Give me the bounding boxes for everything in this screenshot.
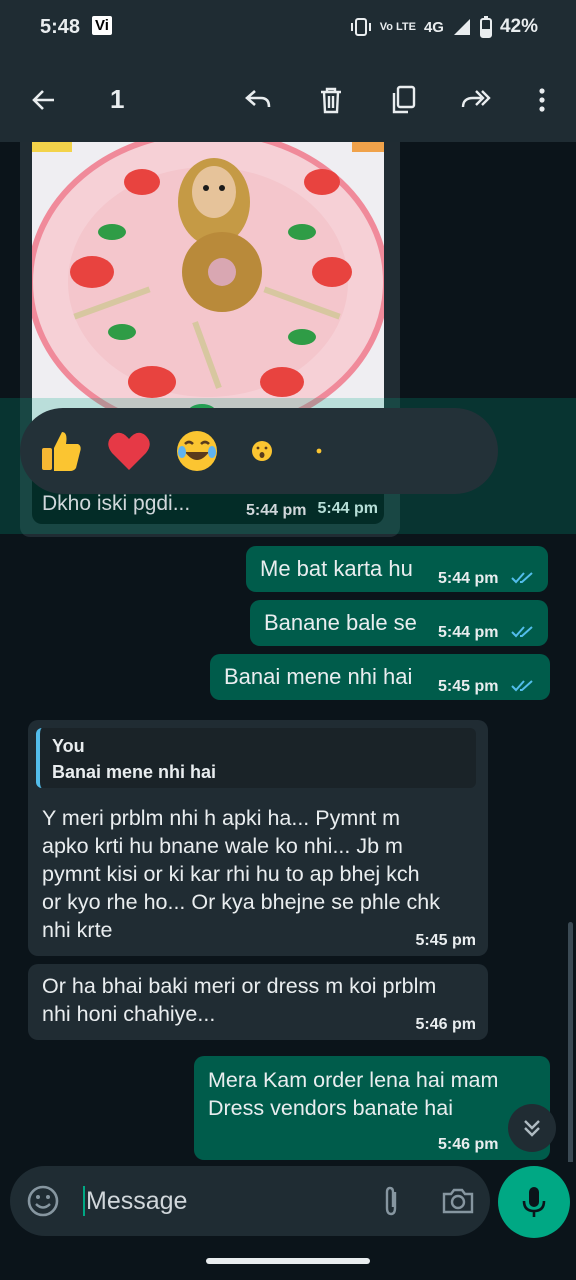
message-line: or kyo rhe ho... Or kya bhejne se phle c… xyxy=(42,890,440,914)
chat-area[interactable]: 5:44 pm Dkho iski pgdi... 5:44 pm Me bat… xyxy=(0,142,576,1162)
message-input[interactable]: Message xyxy=(86,1187,187,1216)
volte-label: Vo LTE xyxy=(379,21,416,33)
outgoing-message[interactable]: Mera Kam order lena hai mam Dress vendor… xyxy=(194,1056,550,1160)
message-time: 5:45 pm xyxy=(438,678,499,695)
camera-icon[interactable] xyxy=(440,1184,476,1218)
emoji-icon[interactable] xyxy=(26,1184,60,1218)
message-text: Banane bale se xyxy=(264,610,417,635)
message-time: 5:44 pm xyxy=(438,624,499,641)
signal-icon xyxy=(453,19,470,35)
selected-message-text: Dkho iski pgdi... xyxy=(42,492,191,515)
read-ticks-icon xyxy=(511,680,533,692)
network-label: 4G xyxy=(423,18,444,36)
quoted-message[interactable]: You Banai mene nhi hai xyxy=(36,728,476,788)
scroll-to-bottom-button[interactable] xyxy=(508,1104,556,1152)
reaction-heart[interactable] xyxy=(106,428,152,474)
microphone-icon xyxy=(522,1187,546,1217)
reaction-thumbs-up[interactable] xyxy=(38,428,84,474)
incoming-message[interactable]: You Banai mene nhi hai Y meri prblm nhi … xyxy=(28,720,488,956)
forward-icon[interactable] xyxy=(456,80,496,120)
incoming-message[interactable]: Or ha bhai baki meri or dress m koi prbl… xyxy=(28,964,488,1040)
message-time: 5:46 pm xyxy=(438,1136,499,1153)
double-chevron-down-icon xyxy=(524,1120,540,1137)
battery-icon xyxy=(479,16,492,38)
message-text: Me bat karta hu xyxy=(260,556,413,581)
quote-text: Banai mene nhi hai xyxy=(52,762,217,782)
message-line: Mera Kam order lena hai mam xyxy=(208,1068,499,1092)
selected-message-time: 5:44 pm xyxy=(246,502,307,519)
carrier-badge: Vi xyxy=(92,16,112,35)
back-arrow-icon[interactable] xyxy=(24,80,64,120)
message-line: Y meri prblm nhi h apki ha... Pymnt m xyxy=(42,806,401,830)
message-line: Or ha bhai baki meri or dress m koi prbl… xyxy=(42,974,437,998)
vibrate-icon xyxy=(350,18,371,36)
read-ticks-icon xyxy=(511,572,533,584)
message-input-container[interactable]: Message xyxy=(10,1166,490,1236)
chat-scrollbar[interactable] xyxy=(568,922,573,1162)
message-text: Mera Kam order lena hai mam Dress vendor… xyxy=(208,1066,498,1122)
outgoing-message[interactable]: Banane bale se 5:44 pm xyxy=(250,600,548,646)
reaction-picker xyxy=(20,408,498,494)
message-line: Dress vendors banate hai xyxy=(208,1096,454,1120)
outgoing-message[interactable]: Me bat karta hu 5:44 pm xyxy=(246,546,548,592)
outgoing-message[interactable]: Banai mene nhi hai 5:45 pm xyxy=(210,654,550,700)
copy-icon[interactable] xyxy=(384,80,424,120)
read-ticks-icon xyxy=(511,626,533,638)
battery-percent: 42% xyxy=(499,16,538,37)
message-time: 5:45 pm xyxy=(415,932,476,949)
message-text: Banai mene nhi hai xyxy=(224,664,413,689)
attach-icon[interactable] xyxy=(374,1184,408,1218)
selected-count: 1 xyxy=(110,84,125,114)
delete-icon[interactable] xyxy=(311,80,351,120)
message-text: Y meri prblm nhi h apki ha... Pymnt m ap… xyxy=(42,804,482,944)
status-bar: 5:48 Vi Vo LTE 4G 42% xyxy=(0,0,576,58)
status-time: 5:48 xyxy=(40,16,81,38)
reaction-laughing[interactable] xyxy=(174,428,220,474)
reaction-more[interactable] xyxy=(314,446,324,456)
text-cursor xyxy=(83,1186,85,1216)
voice-record-button[interactable] xyxy=(498,1166,570,1238)
selection-app-bar: 1 xyxy=(0,58,576,142)
message-line: apko krti hu bnane wale ko nhi... Jb m xyxy=(42,834,403,858)
reaction-surprised[interactable] xyxy=(250,439,274,463)
gesture-nav-handle[interactable] xyxy=(206,1258,370,1264)
message-line: pymnt kisi or ki kar rhi hu to ap bhej k… xyxy=(42,862,420,886)
quote-author: You xyxy=(52,736,85,756)
reply-icon[interactable] xyxy=(238,80,278,120)
message-time: 5:44 pm xyxy=(438,570,499,587)
status-icons: Vo LTE 4G 42% xyxy=(350,16,538,38)
message-time: 5:46 pm xyxy=(415,1016,476,1033)
more-vert-icon[interactable] xyxy=(522,80,562,120)
